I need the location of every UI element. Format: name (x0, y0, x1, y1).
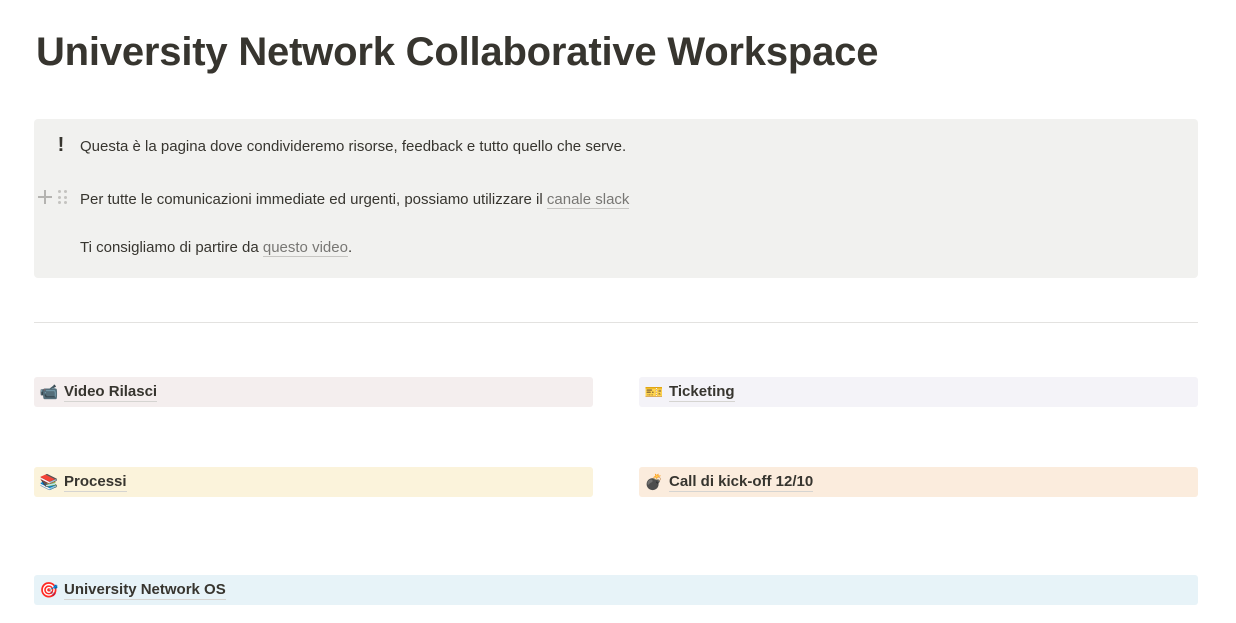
exclamation-icon: ! (57, 133, 65, 156)
callout-slack-text: Per tutte le comunicazioni immediate ed … (80, 191, 547, 208)
callout-video-text: Ti consigliamo di partire da (80, 239, 263, 256)
books-icon: 📚 (39, 473, 59, 491)
block-handle (38, 190, 68, 204)
page-link-university-network-os[interactable]: 🎯 University Network OS (34, 575, 1198, 605)
page-link-label: Call di kick-off 12/10 (669, 473, 814, 492)
plus-icon[interactable] (38, 190, 52, 204)
callout-intro-text: Questa è la pagina dove condivideremo ri… (80, 138, 627, 155)
drag-handle-icon[interactable] (58, 190, 68, 204)
page-link-processi[interactable]: 📚 Processi (34, 467, 593, 497)
workspace-page: University Network Collaborative Workspa… (0, 0, 1236, 623)
projector-icon: 📹 (39, 383, 59, 401)
divider (34, 322, 1198, 323)
page-title: University Network Collaborative Workspa… (36, 30, 879, 74)
page-link-call-kickoff[interactable]: 💣 Call di kick-off 12/10 (639, 467, 1198, 497)
callout-line-video: Ti consigliamo di partire da questo vide… (80, 236, 352, 260)
page-link-label: Video Rilasci (64, 383, 158, 402)
callout-video-suffix: . (347, 239, 353, 256)
callout-line-slack: Per tutte le comunicazioni immediate ed … (80, 188, 630, 212)
page-link-label: Processi (64, 473, 127, 492)
page-link-video-rilasci[interactable]: 📹 Video Rilasci (34, 377, 593, 407)
page-link-label: University Network OS (64, 581, 226, 600)
callout-line-intro: Questa è la pagina dove condivideremo ri… (80, 135, 626, 159)
intro-video-link[interactable]: questo video (262, 239, 348, 257)
slack-channel-link[interactable]: canale slack (546, 191, 630, 209)
page-link-label: Ticketing (669, 383, 735, 402)
page-link-ticketing[interactable]: 🎫 Ticketing (639, 377, 1198, 407)
bomb-icon: 💣 (644, 473, 664, 491)
ticket-icon: 🎫 (644, 383, 664, 401)
target-icon: 🎯 (39, 581, 59, 599)
info-callout: ! Questa è la pagina dove condivideremo … (34, 119, 1198, 278)
